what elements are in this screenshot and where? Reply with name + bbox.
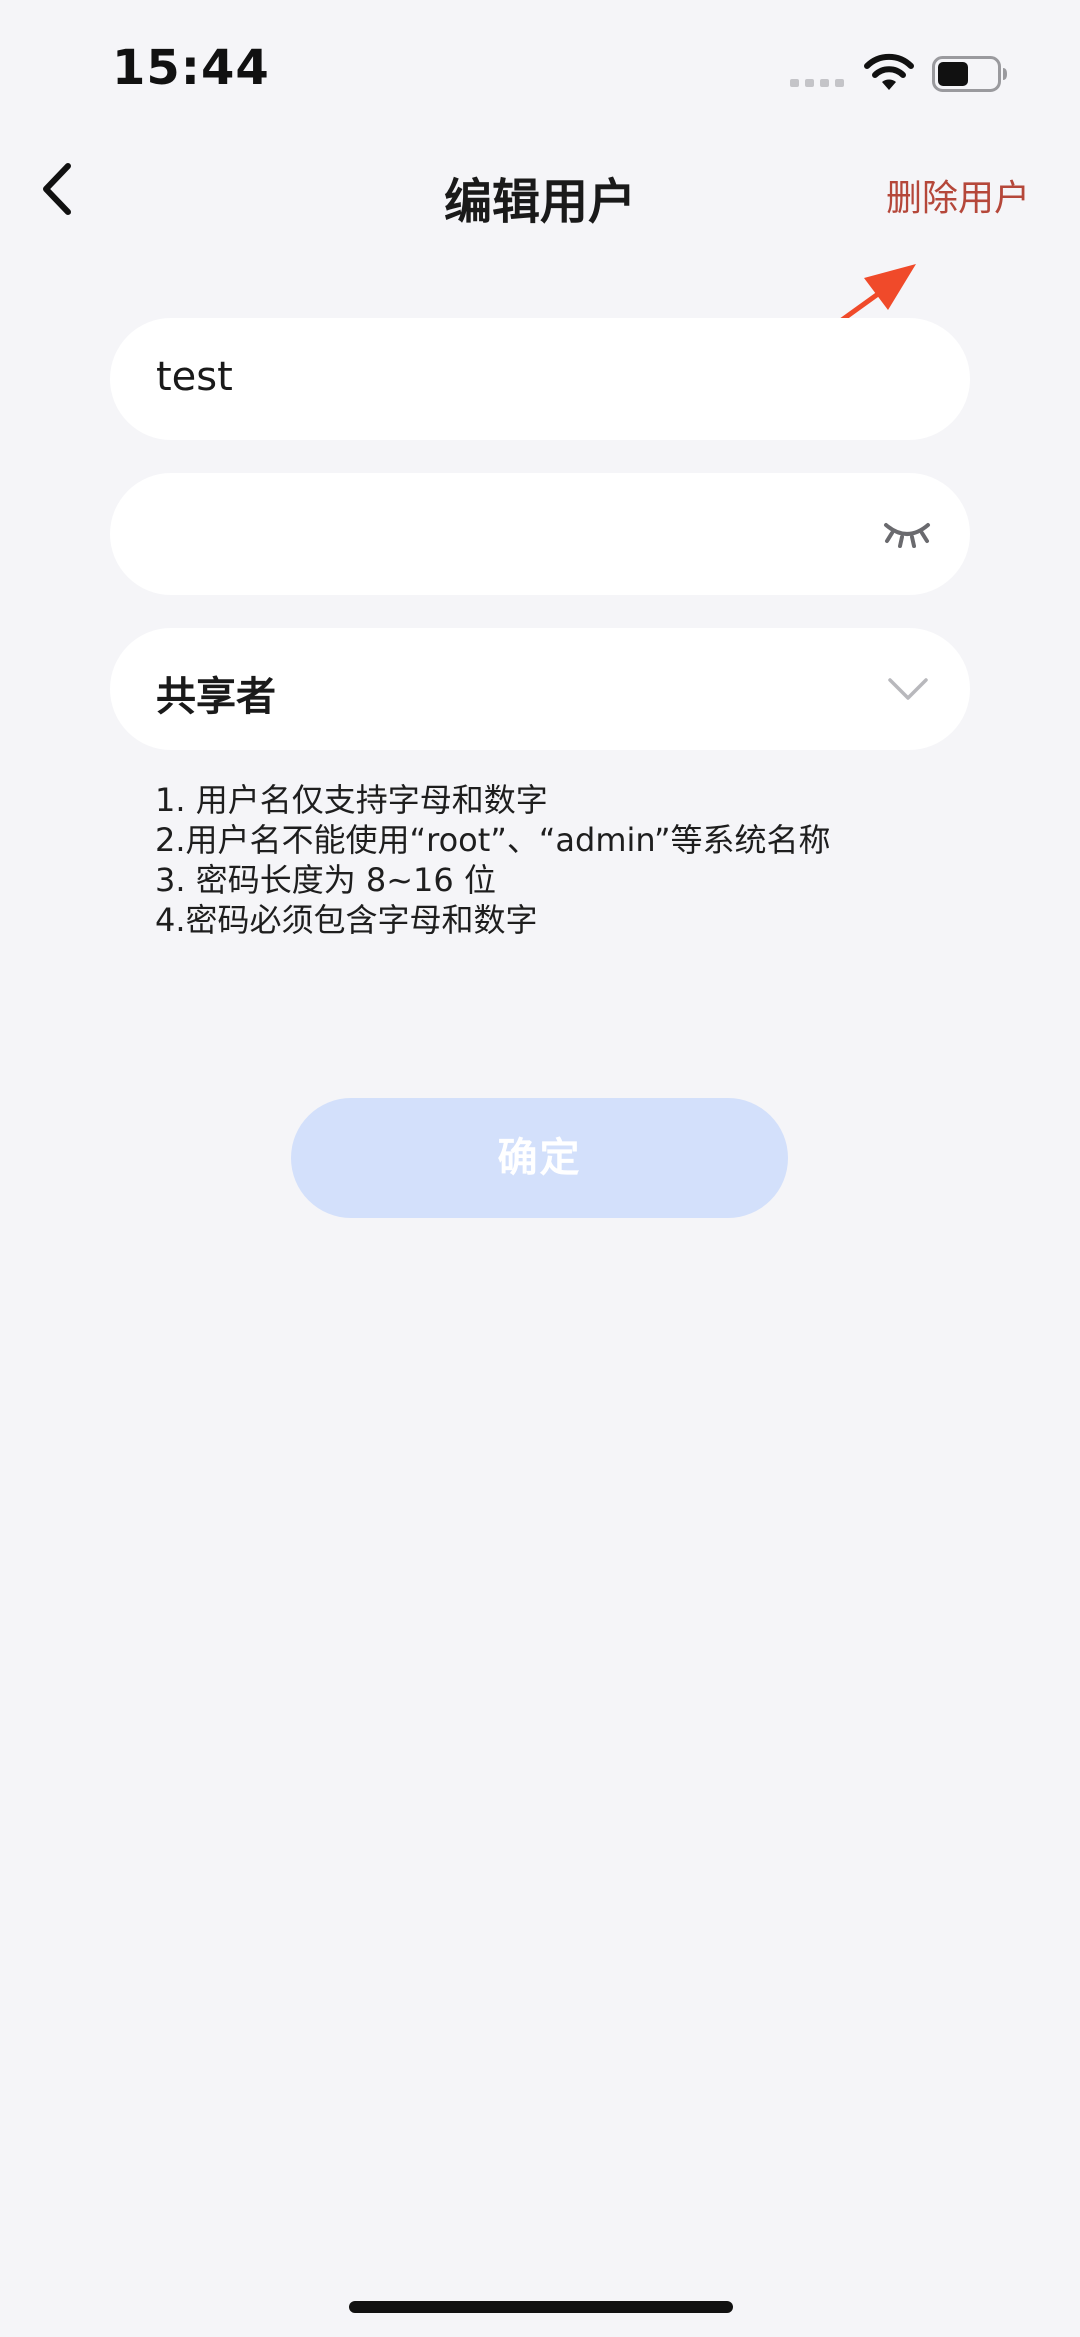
status-time: 15:44 [112,40,270,96]
rule-item: 2.用户名不能使用“root”、“admin”等系统名称 [155,821,831,859]
nav-bar: 编辑用户 删除用户 [0,140,1080,240]
role-value: 共享者 [156,674,276,720]
home-indicator [349,2301,733,2313]
delete-user-button[interactable]: 删除用户 [886,169,1030,221]
wifi-icon [864,53,914,90]
rule-item: 1. 用户名仅支持字母和数字 [155,781,548,819]
rules-list: 1. 用户名仅支持字母和数字 2.用户名不能使用“root”、“admin”等系… [155,780,995,940]
chevron-down-icon [888,678,928,700]
rule-item: 4.密码必须包含字母和数字 [155,901,538,939]
username-input[interactable]: test [110,318,970,440]
status-bar: 15:44 [0,0,1080,130]
password-input[interactable] [110,473,970,595]
rule-item: 3. 密码长度为 8~16 位 [155,861,496,899]
role-select[interactable]: 共享者 [110,628,970,750]
confirm-button[interactable]: 确定 [291,1098,788,1218]
cellular-signal-icon [790,79,846,87]
battery-icon [932,56,1007,92]
eye-closed-icon[interactable] [882,513,932,553]
username-value: test [156,354,233,400]
